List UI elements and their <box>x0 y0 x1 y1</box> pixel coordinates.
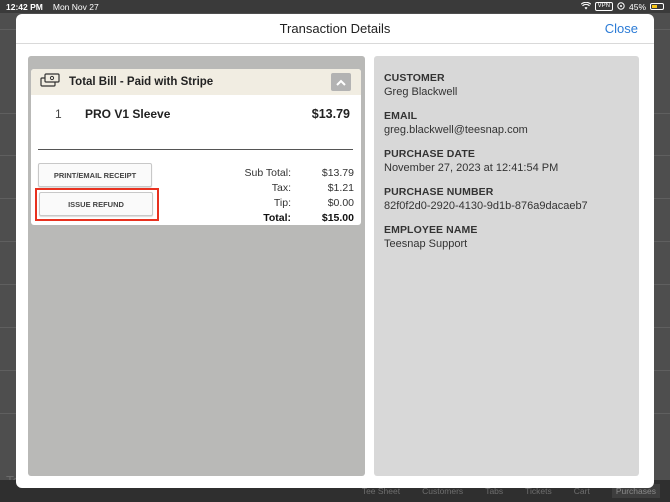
total-label: Total: <box>263 211 291 224</box>
customer-field: CUSTOMER Greg Blackwell <box>384 72 629 98</box>
print-email-receipt-button[interactable]: PRINT/EMAIL RECEIPT <box>38 163 152 187</box>
battery-percent: 45% <box>628 1 646 12</box>
employee-field: EMPLOYEE NAME Teesnap Support <box>384 224 629 250</box>
status-indicators: VPN 45% <box>580 1 664 12</box>
status-time: 12:42 PM <box>6 1 43 12</box>
line-item-name: PRO V1 Sleeve <box>85 107 171 121</box>
line-item-qty: 1 <box>55 107 62 121</box>
purchase-number-label: PURCHASE NUMBER <box>384 186 494 198</box>
tip-label: Tip: <box>273 196 291 209</box>
status-bar: 12:42 PM Mon Nov 27 VPN 45% <box>0 0 670 13</box>
total-row: Total: $15.00 <box>221 210 354 225</box>
vpn-badge: VPN <box>594 2 613 11</box>
bill-title: Total Bill - Paid with Stripe <box>69 76 214 88</box>
tax-row: Tax: $1.21 <box>221 180 354 195</box>
divider <box>38 149 353 150</box>
email-value: greg.blackwell@teesnap.com <box>384 124 528 136</box>
issue-refund-button[interactable]: ISSUE REFUND <box>39 192 153 216</box>
cash-register-icon <box>40 72 60 92</box>
customer-value: Greg Blackwell <box>384 86 458 98</box>
line-item-price: $13.79 <box>311 107 350 121</box>
email-field: EMAIL greg.blackwell@teesnap.com <box>384 110 629 136</box>
total-value: $15.00 <box>321 211 354 224</box>
purchase-date-label: PURCHASE DATE <box>384 148 475 160</box>
subtotal-label: Sub Total: <box>244 166 291 179</box>
purchase-date-field: PURCHASE DATE November 27, 2023 at 12:41… <box>384 148 629 174</box>
bill-header: Total Bill - Paid with Stripe <box>31 69 361 95</box>
totals: Sub Total: $13.79 Tax: $1.21 Tip: $0.00 … <box>221 165 354 225</box>
close-button[interactable]: Close <box>605 21 638 36</box>
purchase-number-value: 82f0f2d0-2920-4130-9d1b-876a9dacaeb7 <box>384 200 588 212</box>
tip-row: Tip: $0.00 <box>221 195 354 210</box>
transaction-details-modal: Transaction Details Close Total Bill - P… <box>16 14 654 488</box>
tax-label: Tax: <box>271 181 291 194</box>
modal-header: Transaction Details Close <box>16 14 654 44</box>
chevron-up-icon <box>336 79 346 86</box>
battery-icon <box>650 3 664 10</box>
bill-card: Total Bill - Paid with Stripe 1 PRO V1 S… <box>31 69 361 225</box>
customer-label: CUSTOMER <box>384 72 445 84</box>
employee-value: Teesnap Support <box>384 238 468 250</box>
purchase-date-value: November 27, 2023 at 12:41:54 PM <box>384 162 559 174</box>
wifi-icon <box>580 1 591 12</box>
location-icon <box>617 1 625 12</box>
line-item: 1 PRO V1 Sleeve $13.79 <box>31 105 361 123</box>
email-label: EMAIL <box>384 110 418 122</box>
collapse-button[interactable] <box>331 73 351 91</box>
bill-panel: Total Bill - Paid with Stripe 1 PRO V1 S… <box>28 56 365 476</box>
employee-label: EMPLOYEE NAME <box>384 224 478 236</box>
modal-title: Transaction Details <box>279 21 391 36</box>
status-date: Mon Nov 27 <box>52 1 99 12</box>
tax-value: $1.21 <box>327 181 354 194</box>
subtotal-row: Sub Total: $13.79 <box>221 165 354 180</box>
details-panel: CUSTOMER Greg Blackwell EMAIL greg.black… <box>374 56 639 476</box>
subtotal-value: $13.79 <box>321 166 354 179</box>
purchase-number-field: PURCHASE NUMBER 82f0f2d0-2920-4130-9d1b-… <box>384 186 629 212</box>
tip-value: $0.00 <box>327 196 354 209</box>
